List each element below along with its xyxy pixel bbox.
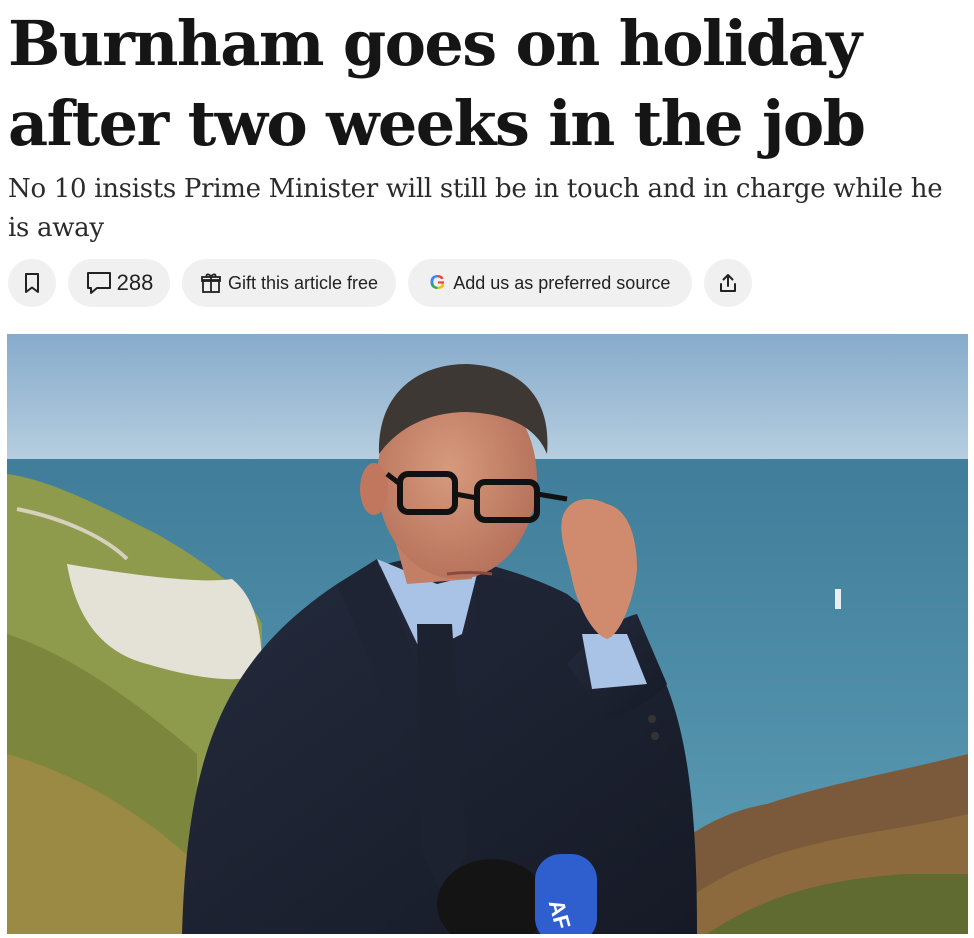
gift-icon (200, 272, 222, 294)
preferred-source-button[interactable]: G Add us as preferred source (408, 259, 692, 307)
comments-button[interactable]: 288 (68, 259, 170, 307)
article-headline: Burnham goes on holiday after two weeks … (8, 7, 866, 160)
gift-label: Gift this article free (227, 272, 379, 293)
comment-bubble-icon (85, 270, 113, 296)
share-upload-icon (717, 272, 739, 294)
comment-count: 288 (116, 270, 154, 295)
share-button[interactable] (704, 259, 752, 307)
bookmark-icon (22, 272, 42, 294)
article-photo: AF (7, 334, 968, 934)
google-g-icon: G (429, 271, 446, 294)
bookmark-button[interactable] (8, 259, 56, 307)
article-toolbar: 288 Gift this article free G Add us as p… (8, 259, 752, 307)
gift-article-button[interactable]: Gift this article free (182, 259, 396, 307)
article-standfirst: No 10 insists Prime Minister will still … (8, 174, 943, 243)
preferred-source-label: Add us as preferred source (453, 272, 671, 293)
